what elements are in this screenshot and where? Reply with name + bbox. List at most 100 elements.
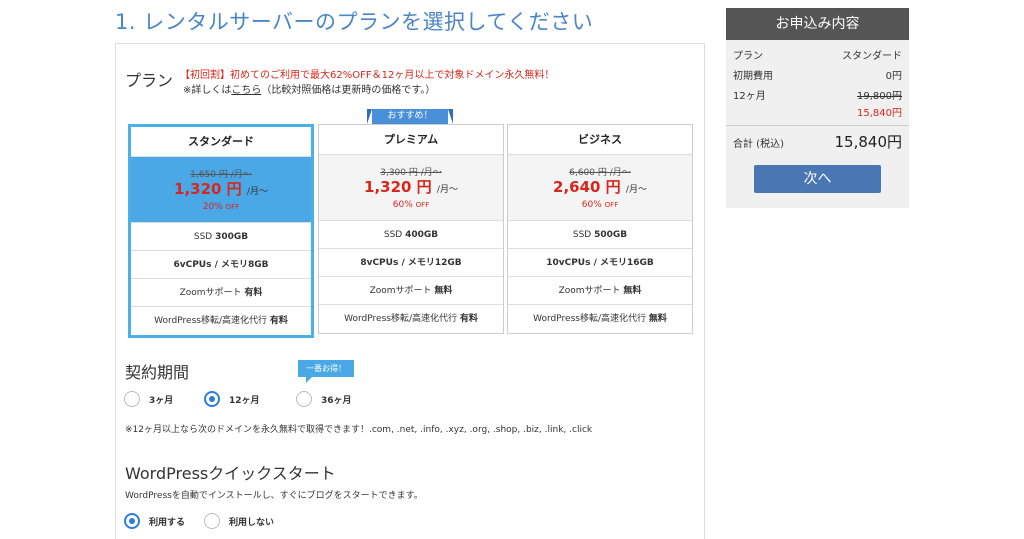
cpu-value: 8vCPUs / メモリ12GB (360, 258, 462, 268)
summary-total-value: 15,840円 (834, 133, 903, 151)
original-price: 3,300 円 /月〜 (380, 168, 442, 178)
summary-term-label: 12ヶ月 (733, 91, 766, 102)
contract-option-label: 12ヶ月 (229, 395, 260, 406)
ssd-label: SSD (193, 232, 216, 242)
price-value: 2,640 円 (553, 178, 621, 196)
feature-ssd: SSD 400GB (319, 221, 503, 249)
summary-term-prices: 19,800円 15,840円 (857, 87, 902, 119)
zoom-value: 無料 (623, 286, 642, 296)
radio-use[interactable] (124, 513, 140, 529)
plan-price-block: 6,600 円 /月〜 2,640 円 /月〜 60% OFF (508, 155, 692, 221)
contract-option-3m[interactable]: 3ヶ月 (124, 391, 204, 407)
best-value-badge: 一番お得！ (298, 360, 354, 383)
feature-wordpress-transfer: WordPress移転/高速化代行 無料 (508, 305, 692, 333)
wp-label: WordPress移転/高速化代行 (154, 316, 270, 326)
page-title: 1. レンタルサーバーのプランを選択してください (115, 10, 594, 34)
original-price: 6,600 円 /月〜 (569, 168, 631, 178)
discount-off: OFF (604, 201, 619, 209)
discount: 60% OFF (508, 200, 692, 210)
plan-note-suffix: （比較対照価格は更新時の価格です。） (261, 85, 436, 96)
price-value: 1,320 円 (174, 180, 242, 198)
summary-divider (726, 125, 909, 126)
summary-title: お申込み内容 (726, 8, 909, 40)
wordpress-option-use[interactable]: 利用する (124, 513, 204, 529)
contract-option-label: 36ヶ月 (321, 395, 352, 406)
wp-value: 無料 (648, 314, 667, 324)
plan-name: プレミアム (319, 125, 503, 155)
ssd-value: 300GB (215, 232, 249, 242)
discount-value: 20% (202, 202, 223, 212)
price-unit: /月〜 (436, 185, 458, 195)
plan-card-business[interactable]: ビジネス 6,600 円 /月〜 2,640 円 /月〜 60% OFF SSD… (507, 124, 693, 334)
cpu-value: 6vCPUs / メモリ8GB (173, 260, 269, 270)
cpu-value: 10vCPUs / メモリ16GB (546, 258, 654, 268)
original-price: 1,650 円 /月〜 (190, 170, 252, 180)
contract-options: 3ヶ月 12ヶ月 36ヶ月 (124, 391, 352, 407)
feature-zoom: Zoomサポート 無料 (508, 277, 692, 305)
feature-wordpress-transfer: WordPress移転/高速化代行 有料 (131, 307, 311, 335)
plan-section-label: プラン (125, 71, 174, 90)
feature-zoom: Zoomサポート 無料 (319, 277, 503, 305)
zoom-value: 無料 (434, 286, 453, 296)
current-price: 1,320 円 /月〜 (131, 179, 311, 202)
feature-cpu: 6vCPUs / メモリ8GB (131, 251, 311, 279)
zoom-label: Zoomサポート (369, 286, 435, 296)
radio-3m[interactable] (124, 391, 140, 407)
feature-cpu: 10vCPUs / メモリ16GB (508, 249, 692, 277)
discount-value: 60% (392, 200, 413, 210)
wordpress-description: WordPressを自動でインストールし、すぐにブログをスタートできます。 (125, 491, 423, 501)
contract-option-36m[interactable]: 36ヶ月 (296, 391, 352, 407)
plan-note: ※詳しくはこちら（比較対照価格は更新時の価格です。） (183, 81, 435, 96)
plan-name: ビジネス (508, 125, 692, 155)
price-unit: /月〜 (625, 185, 647, 195)
contract-option-label: 3ヶ月 (149, 395, 174, 406)
feature-cpu: 8vCPUs / メモリ12GB (319, 249, 503, 277)
radio-12m[interactable] (204, 391, 220, 407)
plan-price-block: 3,300 円 /月〜 1,320 円 /月〜 60% OFF (319, 155, 503, 221)
plan-card-standard[interactable]: スタンダード 1,650 円 /月〜 1,320 円 /月〜 20% OFF S… (128, 124, 314, 338)
ssd-value: 400GB (405, 230, 439, 240)
promo-text: 【初回割】初めてのご利用で最大62%OFF＆12ヶ月以上で対象ドメイン永久無料！ (180, 70, 555, 81)
summary-plan-row: プラン スタンダード (733, 47, 902, 62)
current-price: 1,320 円 /月〜 (319, 177, 503, 200)
wp-label: WordPress移転/高速化代行 (533, 314, 649, 324)
plan-card-premium[interactable]: プレミアム 3,300 円 /月〜 1,320 円 /月〜 60% OFF SS… (318, 124, 504, 334)
plan-price-block: 1,650 円 /月〜 1,320 円 /月〜 20% OFF (131, 157, 311, 223)
wordpress-title: WordPressクイックスタート (125, 464, 336, 483)
wordpress-option-label: 利用する (149, 517, 186, 528)
summary-initial-fee-row: 初期費用 0円 (733, 67, 902, 82)
summary-term-row: 12ヶ月 19,800円 15,840円 (733, 87, 902, 119)
zoom-value: 有料 (244, 288, 263, 298)
details-link[interactable]: こちら (231, 85, 261, 96)
page: 1. レンタルサーバーのプランを選択してください プラン 【初回割】初めてのご利… (0, 0, 1024, 539)
recommended-ribbon: おすすめ！ (367, 109, 453, 124)
discount: 20% OFF (131, 202, 311, 212)
discount-value: 60% (581, 200, 602, 210)
ssd-label: SSD (383, 230, 406, 240)
feature-ssd: SSD 500GB (508, 221, 692, 249)
radio-no-use[interactable] (204, 513, 220, 529)
wordpress-option-label: 利用しない (229, 517, 275, 528)
radio-36m[interactable] (296, 391, 312, 407)
order-summary: お申込み内容 プラン スタンダード 初期費用 0円 12ヶ月 19,800円 1… (726, 8, 909, 208)
wp-value: 有料 (269, 316, 288, 326)
ssd-label: SSD (572, 230, 595, 240)
current-price: 2,640 円 /月〜 (508, 177, 692, 200)
zoom-label: Zoomサポート (558, 286, 624, 296)
summary-term-price: 15,840円 (857, 108, 902, 119)
wordpress-option-no-use[interactable]: 利用しない (204, 513, 274, 529)
summary-total-label: 合計 (税込) (733, 139, 784, 150)
wordpress-options: 利用する 利用しない (124, 513, 274, 529)
discount: 60% OFF (319, 200, 503, 210)
plan-name: スタンダード (131, 127, 311, 157)
ssd-value: 500GB (594, 230, 628, 240)
discount-off: OFF (225, 203, 240, 211)
price-value: 1,320 円 (364, 178, 432, 196)
zoom-label: Zoomサポート (179, 288, 245, 298)
contract-option-12m[interactable]: 12ヶ月 (204, 391, 296, 407)
summary-initial-fee-value: 0円 (885, 71, 902, 82)
contract-title: 契約期間 (125, 363, 190, 382)
summary-initial-fee-label: 初期費用 (733, 71, 773, 82)
wp-value: 有料 (459, 314, 478, 324)
next-button[interactable]: 次へ (754, 165, 881, 193)
